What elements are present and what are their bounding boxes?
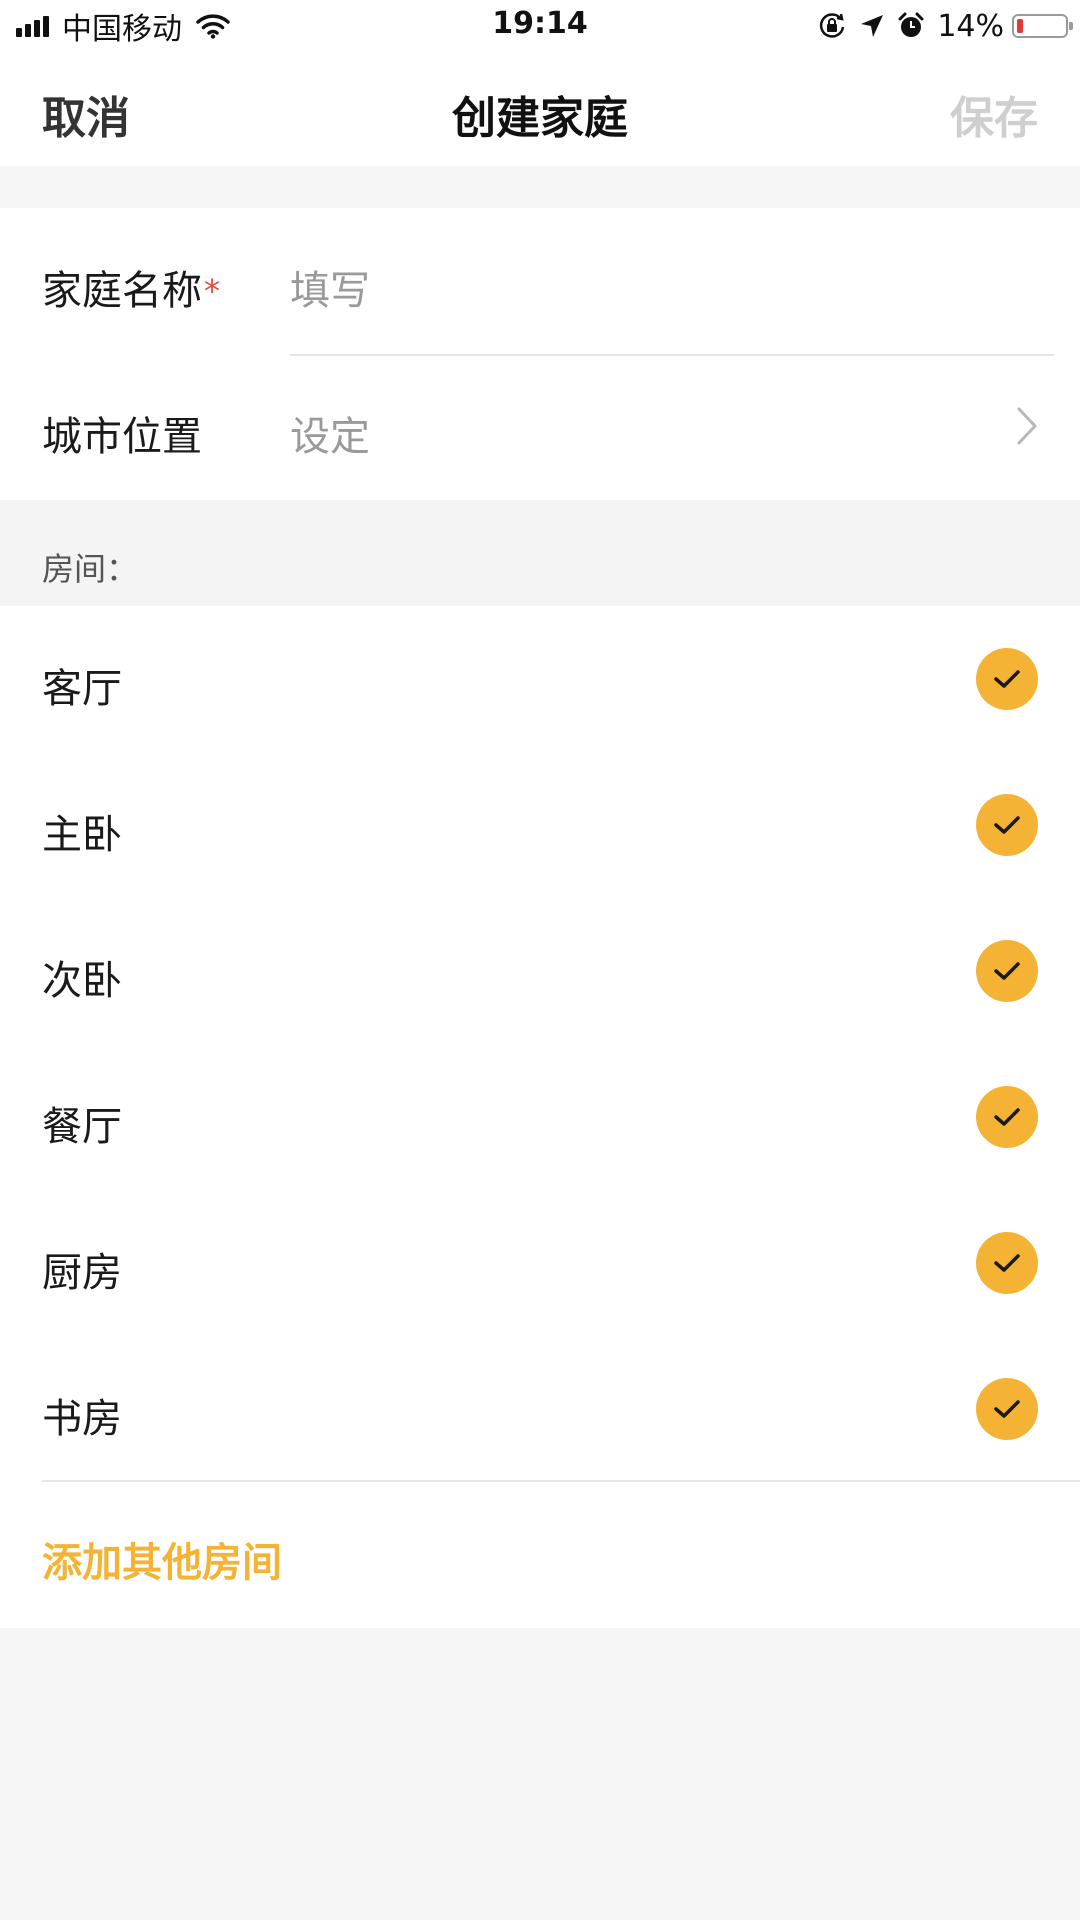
city-location-row[interactable]: 城市位置 设定 <box>0 354 1080 500</box>
status-bar: 中国移动 19:14 14% <box>0 0 1080 52</box>
rotation-lock-icon <box>817 11 847 41</box>
room-name: 次卧 <box>42 958 122 1004</box>
check-icon[interactable] <box>976 940 1038 1002</box>
check-icon[interactable] <box>976 1378 1038 1440</box>
required-mark: * <box>204 272 220 310</box>
chevron-right-icon[interactable] <box>1016 406 1038 450</box>
room-name: 客厅 <box>42 666 122 712</box>
home-name-input[interactable]: 填写 <box>290 258 370 316</box>
room-item-second-bedroom[interactable]: 次卧 <box>0 898 1080 1044</box>
check-icon[interactable] <box>976 794 1038 856</box>
home-name-label-text: 家庭名称 <box>42 268 202 314</box>
rooms-header-label: 房间： <box>42 550 139 588</box>
home-name-label: 家庭名称* <box>42 258 220 316</box>
room-item-kitchen[interactable]: 厨房 <box>0 1190 1080 1336</box>
check-icon[interactable] <box>976 648 1038 710</box>
room-item-master-bedroom[interactable]: 主卧 <box>0 752 1080 898</box>
city-location-value[interactable]: 设定 <box>290 404 370 462</box>
battery-level-fill <box>1017 19 1023 33</box>
check-icon[interactable] <box>976 1086 1038 1148</box>
room-name: 主卧 <box>42 812 122 858</box>
save-button[interactable]: 保存 <box>950 82 1038 146</box>
page-title: 创建家庭 <box>452 93 628 144</box>
alarm-icon <box>897 12 925 40</box>
room-name: 厨房 <box>42 1250 122 1296</box>
nav-bar: 取消 创建家庭 保存 <box>0 52 1080 166</box>
list-divider <box>42 1480 1080 1482</box>
room-name: 书房 <box>42 1396 122 1442</box>
rooms-section-header: 房间： <box>0 500 1080 606</box>
room-item-living-room[interactable]: 客厅 <box>0 606 1080 752</box>
battery-cap <box>1069 22 1073 30</box>
city-location-label: 城市位置 <box>42 414 202 460</box>
room-item-study[interactable]: 书房 <box>0 1336 1080 1482</box>
home-name-row[interactable]: 家庭名称* 填写 <box>0 208 1080 356</box>
rooms-list: 客厅 主卧 次卧 餐厅 厨房 书房 添加其他房间 <box>0 606 1080 1628</box>
room-item-dining-room[interactable]: 餐厅 <box>0 1044 1080 1190</box>
create-home-screen: 中国移动 19:14 14% 取消 创建家庭 保存 家庭名称* 填写 城市位置 … <box>0 0 1080 1920</box>
status-bar-right: 14% <box>817 8 1073 44</box>
home-info-form: 家庭名称* 填写 城市位置 设定 <box>0 208 1080 500</box>
location-icon <box>859 13 885 39</box>
battery-icon <box>1012 14 1073 38</box>
check-icon[interactable] <box>976 1232 1038 1294</box>
add-room-button[interactable]: 添加其他房间 <box>42 1530 282 1588</box>
battery-percent: 14% <box>937 8 1004 44</box>
room-name: 餐厅 <box>42 1104 122 1150</box>
